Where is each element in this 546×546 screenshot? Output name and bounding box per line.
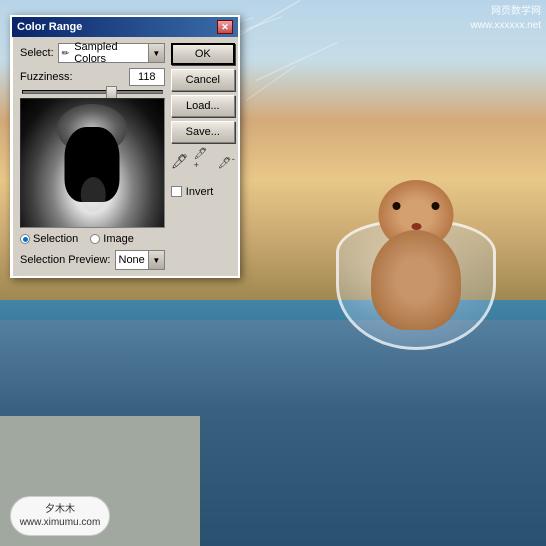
watermark-url: www.ximumu.com <box>20 516 101 529</box>
fuzziness-slider-container <box>20 90 165 94</box>
dialog-close-button[interactable]: ✕ <box>217 20 233 34</box>
selection-preview-arrow[interactable]: ▼ <box>148 251 164 269</box>
watermark-bottom-text: 夕木木 www.ximumu.com <box>20 503 101 529</box>
select-value: Sampled Colors <box>72 41 148 65</box>
watermark-top: 网页数学网 www.xxxxxx.net <box>470 5 541 33</box>
select-row: Select: ✏ Sampled Colors ▼ <box>20 43 165 63</box>
eyedropper-select-icon: ✏ <box>59 48 73 59</box>
save-button[interactable]: Save... <box>171 121 235 143</box>
hamster-eye-left <box>393 202 401 210</box>
dialog-right-panel: OK Cancel Load... Save... 🖊 🖊+ 🖊- Invert <box>171 43 235 270</box>
image-radio-item[interactable]: Image <box>90 233 134 245</box>
image-radio[interactable] <box>90 234 100 244</box>
preview-reflection <box>81 177 106 212</box>
eyedropper-minus-icon[interactable]: 🖊- <box>218 154 235 170</box>
invert-label: Invert <box>186 186 214 198</box>
cancel-button[interactable]: Cancel <box>171 69 235 91</box>
hamster-eye-right <box>432 202 440 210</box>
selection-preview-select[interactable]: None ▼ <box>115 250 165 270</box>
watermark-chinese: 夕木木 <box>20 503 101 516</box>
invert-row: Invert <box>171 186 235 198</box>
dialog-body: Select: ✏ Sampled Colors ▼ Fuzziness: 11… <box>12 37 238 276</box>
selection-preview-label: Selection Preview: <box>20 254 111 266</box>
invert-checkbox[interactable] <box>171 186 182 197</box>
preview-image <box>21 99 164 227</box>
selection-preview-value: None <box>116 254 148 266</box>
select-label: Select: <box>20 47 54 59</box>
selection-preview-row: Selection Preview: None ▼ <box>20 250 165 270</box>
select-input[interactable]: ✏ Sampled Colors ▼ <box>58 43 165 63</box>
fuzziness-slider-track[interactable] <box>22 90 163 94</box>
watermark-bottom: 夕木木 www.ximumu.com <box>10 496 110 536</box>
color-range-dialog: Color Range ✕ Select: ✏ Sampled Colors ▼… <box>10 15 240 278</box>
select-dropdown-arrow[interactable]: ▼ <box>148 44 164 62</box>
dialog-title: Color Range <box>17 21 82 33</box>
fuzziness-value[interactable]: 118 <box>129 68 165 86</box>
hamster <box>361 180 471 330</box>
hamster-nose <box>411 223 421 230</box>
fuzziness-label: Fuzziness: <box>20 71 73 83</box>
watermark-top-line1: 网页数学网 <box>470 5 541 19</box>
eyedropper-plus-icon[interactable]: 🖊+ <box>194 147 213 176</box>
preview-image-area <box>20 98 165 228</box>
dialog-titlebar: Color Range ✕ <box>12 17 238 37</box>
hamster-body <box>371 230 461 330</box>
eyedropper-add-icon[interactable]: 🖊 <box>171 153 189 170</box>
load-button[interactable]: Load... <box>171 95 235 117</box>
fuzziness-row: Fuzziness: 118 <box>20 68 165 86</box>
ok-button[interactable]: OK <box>171 43 235 65</box>
selection-radio[interactable] <box>20 234 30 244</box>
dialog-left-panel: Select: ✏ Sampled Colors ▼ Fuzziness: 11… <box>20 43 165 270</box>
eyedropper-row: 🖊 🖊+ 🖊- <box>171 147 235 176</box>
image-radio-label: Image <box>103 233 134 245</box>
hamster-area <box>306 60 526 380</box>
selection-radio-item[interactable]: Selection <box>20 233 78 245</box>
selection-radio-label: Selection <box>33 233 78 245</box>
watermark-top-line2: www.xxxxxx.net <box>470 19 541 33</box>
radio-row: Selection Image <box>20 233 165 245</box>
